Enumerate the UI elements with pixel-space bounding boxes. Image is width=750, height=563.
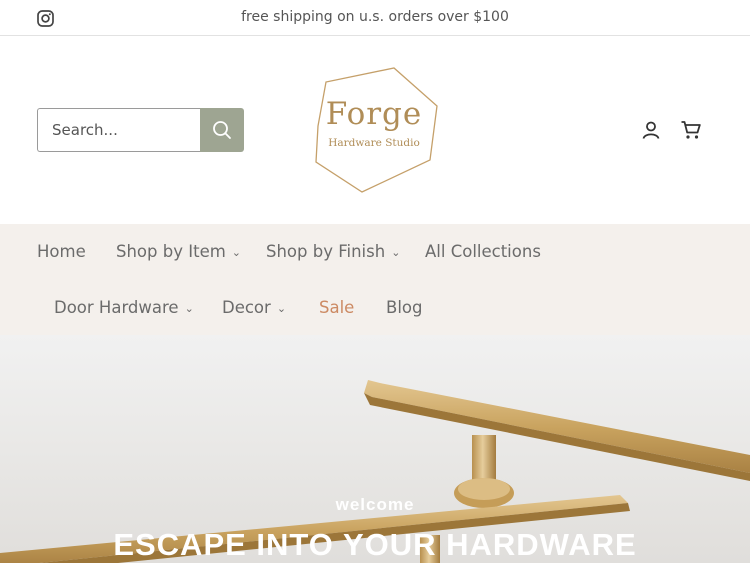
cart-icon bbox=[681, 121, 701, 139]
nav-label: All Collections bbox=[425, 242, 541, 261]
main-nav: Home Shop by Item ⌄ Shop by Finish ⌄ All C… bbox=[0, 224, 750, 335]
chevron-down-icon: ⌄ bbox=[231, 246, 242, 259]
nav-item-door-hardware[interactable]: Door Hardware ⌄ bbox=[54, 298, 194, 317]
search-button[interactable] bbox=[200, 108, 244, 152]
nav-item-sale[interactable]: Sale bbox=[319, 298, 354, 317]
hero-welcome: welcome bbox=[335, 495, 415, 514]
nav-label: Sale bbox=[319, 298, 355, 317]
site-header: Forge Hardware Studio bbox=[0, 36, 750, 224]
chevron-down-icon: ⌄ bbox=[276, 302, 287, 315]
nav-item-home[interactable]: Home bbox=[37, 242, 86, 261]
nav-item-decor[interactable]: Decor ⌄ bbox=[222, 298, 286, 317]
nav-label: Door Hardware bbox=[54, 298, 179, 317]
nav-item-shop-by-item[interactable]: Shop by Item ⌄ bbox=[116, 242, 241, 261]
search-icon bbox=[213, 121, 231, 139]
cart-button[interactable] bbox=[680, 119, 702, 141]
announcement-text: free shipping on u.s. orders over $100 bbox=[241, 9, 509, 25]
nav-label: Blog bbox=[386, 298, 423, 317]
nav-item-shop-by-finish[interactable]: Shop by Finish ⌄ bbox=[266, 242, 400, 261]
announcement-bar: free shipping on u.s. orders over $100 bbox=[0, 0, 750, 36]
nav-label: Decor bbox=[222, 298, 271, 317]
logo[interactable]: Forge Hardware Studio bbox=[306, 64, 442, 196]
logo-subtitle: Hardware Studio bbox=[328, 137, 420, 149]
user-icon bbox=[642, 121, 660, 139]
account-button[interactable] bbox=[640, 119, 662, 141]
nav-label: Home bbox=[37, 242, 86, 261]
hero-banner[interactable]: welcome ESCAPE INTO YOUR HARDWARE bbox=[0, 335, 750, 563]
search-form bbox=[37, 108, 244, 152]
chevron-down-icon: ⌄ bbox=[391, 246, 401, 259]
nav-label: Shop by Finish bbox=[266, 242, 386, 261]
chevron-down-icon: ⌄ bbox=[184, 302, 194, 315]
nav-label: Shop by Item bbox=[116, 242, 226, 261]
nav-item-blog[interactable]: Blog bbox=[386, 298, 422, 317]
search-input[interactable] bbox=[37, 108, 200, 152]
hero-headline: ESCAPE INTO YOUR HARDWARE bbox=[113, 527, 637, 562]
logo-wordmark: Forge bbox=[325, 96, 423, 132]
nav-item-all-collections[interactable]: All Collections bbox=[425, 242, 541, 261]
